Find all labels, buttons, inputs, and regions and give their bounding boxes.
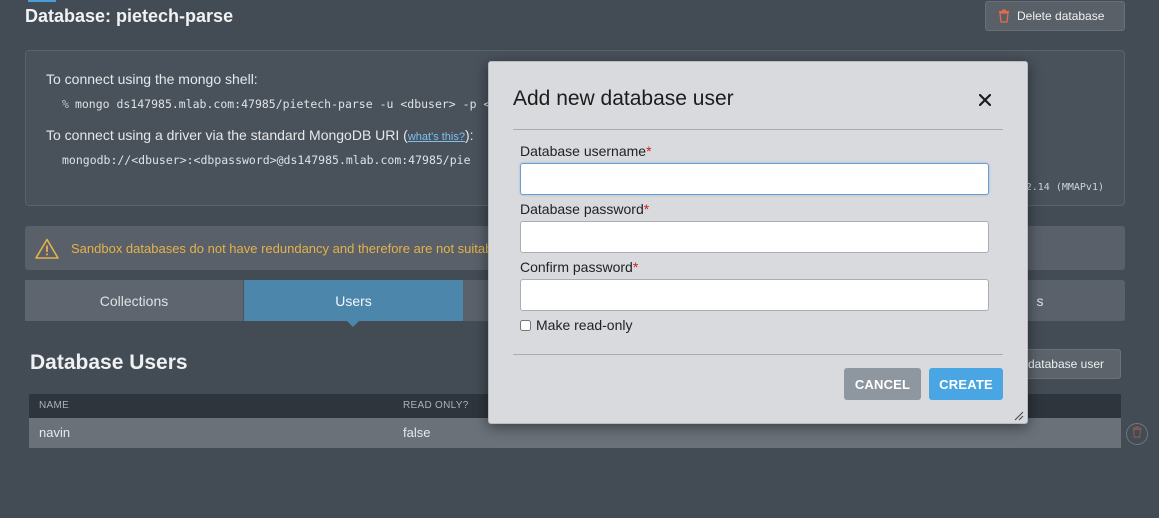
top-accent-bar [28,0,56,2]
shell-command-text: mongo ds147985.mlab.com:47985/pietech-pa… [74,97,491,111]
column-header-read-only: READ ONLY? [403,400,469,411]
confirm-password-input[interactable] [520,279,989,311]
read-only-label: Make read-only [536,317,633,333]
username-label: Database username* [520,143,652,159]
trash-icon [998,9,1010,23]
username-label-text: Database username [520,143,647,159]
driver-connect-label: To connect using a driver via the standa… [46,127,474,143]
modal-title: Add new database user [513,87,734,110]
user-read-only-cell: false [403,425,431,440]
trash-icon [1132,425,1142,443]
page-title: Database: pietech-parse [25,6,234,26]
shell-prompt: % [62,97,69,111]
confirm-password-label: Confirm password* [520,259,638,275]
warning-icon [35,238,59,259]
delete-database-label: Delete database [1017,9,1105,23]
version-info: 2.14 (MMAPv1) [1025,182,1104,193]
database-users-heading: Database Users [30,351,188,374]
username-input[interactable] [520,163,989,195]
password-label: Database password* [520,201,649,217]
required-mark: * [643,201,650,217]
confirm-label-text: Confirm password [520,259,633,275]
modal-divider-bottom [513,354,1003,355]
driver-label-end: ): [465,127,474,143]
add-database-user-button[interactable]: database user [1015,349,1121,379]
delete-database-button[interactable]: Delete database [985,1,1125,31]
delete-user-button[interactable] [1126,423,1148,445]
read-only-option[interactable]: Make read-only [520,317,633,333]
sandbox-warning-text: Sandbox databases do not have redundancy… [71,240,503,256]
cancel-button[interactable]: CANCEL [844,368,921,400]
close-icon[interactable] [976,91,994,109]
driver-uri: mongodb://<dbuser>:<dbpassword>@ds147985… [62,153,471,167]
required-mark: * [646,143,652,159]
create-button[interactable]: CREATE [929,368,1003,400]
required-mark: * [632,259,639,275]
password-input[interactable] [520,221,989,253]
read-only-checkbox[interactable] [520,319,531,331]
shell-command: % mongo ds147985.mlab.com:47985/pietech-p… [62,97,490,111]
shell-connect-label: To connect using the mongo shell: [46,71,258,87]
column-header-name: NAME [39,400,70,411]
resize-handle-icon[interactable] [1012,408,1024,421]
add-user-modal: Add new database user Database username*… [488,61,1028,424]
modal-divider-top [513,129,1003,130]
password-label-text: Database password [520,201,644,217]
tab-collections[interactable]: Collections [25,280,244,321]
whats-this-link[interactable]: what's this? [408,131,465,143]
driver-label-text: To connect using a driver via the standa… [46,127,408,143]
user-name-cell: navin [39,425,71,440]
tab-users[interactable]: Users [244,280,463,327]
